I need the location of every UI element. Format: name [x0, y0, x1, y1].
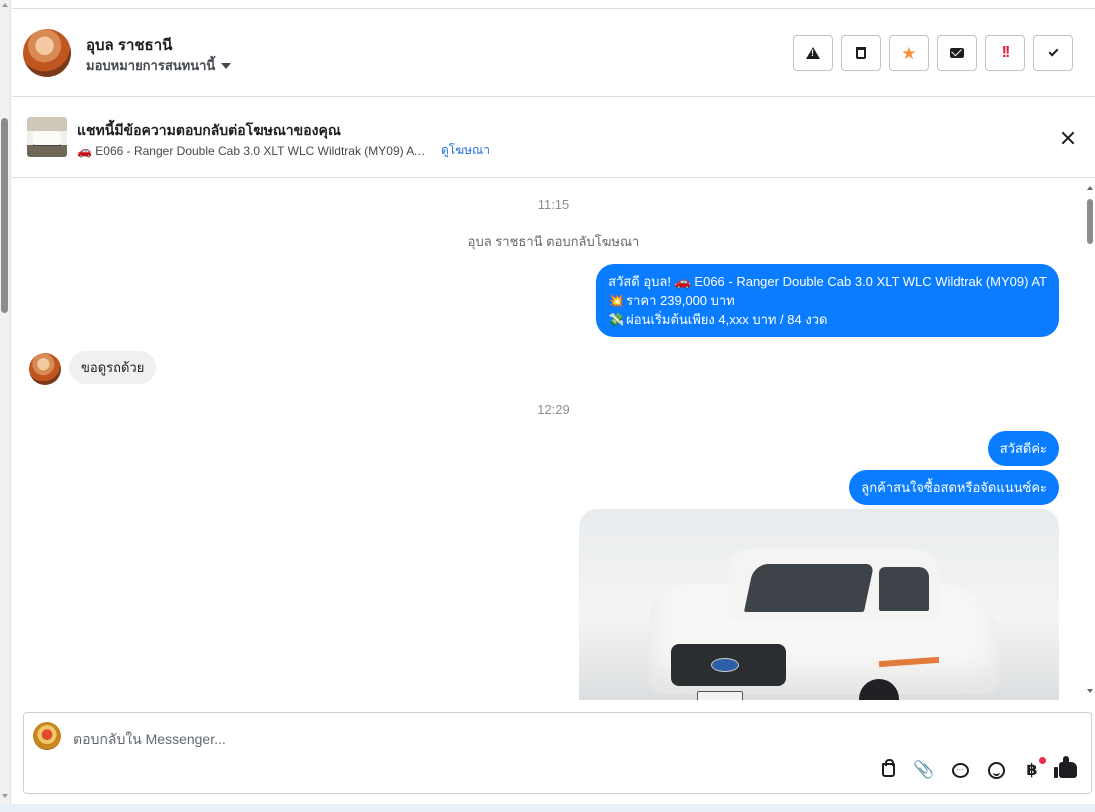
star-icon: ★	[901, 43, 917, 63]
assign-label: มอบหมายการสนทนานี้	[86, 58, 216, 73]
caret-down-icon	[221, 62, 232, 69]
check-icon	[1048, 46, 1058, 57]
scroll-up-arrow-icon[interactable]	[1087, 186, 1093, 190]
notification-dot	[1039, 757, 1046, 764]
money-wings-icon: 💸	[608, 312, 625, 327]
ad-reply-banner: แชทนี้มีข้อความตอบกลับต่อโฆษณาของคุณ 🚗 E…	[12, 98, 1095, 178]
emoji-button[interactable]	[985, 759, 1007, 781]
outgoing-message[interactable]: สวัสดีค่ะ	[987, 431, 1059, 466]
close-icon[interactable]	[1061, 131, 1075, 145]
license-plate	[697, 691, 743, 700]
installment-text: ผ่อนเริ่มต้นเพียง 4,xxx บาท / 84 งวด	[626, 312, 828, 327]
follow-up-button[interactable]: !!	[985, 35, 1025, 71]
ad-thumbnail[interactable]	[27, 117, 67, 157]
page-avatar	[33, 722, 61, 750]
double-exclamation-icon: !!	[1001, 44, 1011, 61]
message-line: สวัสดี อุบล! 🚗 E066 - Ranger Double Cab …	[608, 274, 1047, 289]
scrollbar-thumb[interactable]	[1, 118, 8, 313]
star-button[interactable]: ★	[889, 35, 929, 71]
payment-button[interactable]: ฿	[1021, 757, 1046, 781]
assign-conversation-dropdown[interactable]: มอบหมายการสนทนานี้	[86, 55, 232, 76]
timestamp: 12:29	[537, 402, 570, 417]
conversation-header: อุบล ราชธานี มอบหมายการสนทนานี้ ★ !!	[12, 9, 1095, 97]
shop-button[interactable]	[877, 759, 899, 781]
delete-button[interactable]	[841, 35, 881, 71]
mark-unread-button[interactable]	[937, 35, 977, 71]
message-composer[interactable]: ตอบกลับใน Messenger... 📎 ··· ฿	[23, 712, 1092, 794]
reply-input[interactable]: ตอบกลับใน Messenger...	[73, 729, 226, 751]
scrollbar-thumb[interactable]	[1087, 199, 1093, 244]
scroll-down-arrow-icon[interactable]	[1087, 689, 1093, 693]
message-line: 💥 ราคา 239,000 บาท	[608, 291, 1047, 310]
message-line: 💸 ผ่อนเริ่มต้นเพียง 4,xxx บาท / 84 งวด	[608, 310, 1047, 329]
outer-scrollbar[interactable]	[0, 0, 11, 812]
smiley-icon	[987, 761, 1005, 779]
sender-avatar[interactable]	[29, 353, 61, 385]
conversation-panel: อุบล ราชธานี มอบหมายการสนทนานี้ ★ !! แชท…	[12, 0, 1095, 812]
attach-button[interactable]: 📎	[913, 759, 935, 781]
outgoing-message[interactable]: สวัสดี อุบล! 🚗 E066 - Ranger Double Cab …	[596, 264, 1059, 337]
warning-icon	[806, 47, 820, 59]
outgoing-message[interactable]: ลูกค้าสนใจซื้อสดหรือจัดแนนซ์คะ	[849, 470, 1059, 505]
chat-bubble-icon: ···	[951, 762, 969, 778]
truck-grille	[671, 644, 786, 686]
car-photo-message[interactable]	[579, 509, 1059, 700]
bottom-strip	[0, 804, 1095, 812]
contact-name[interactable]: อุบล ราชธานี	[86, 33, 172, 57]
shopping-bag-icon	[881, 759, 895, 777]
collision-icon: 💥	[608, 293, 625, 308]
view-ad-link[interactable]: ดูโฆษณา	[441, 141, 490, 160]
trash-icon	[856, 47, 866, 59]
scroll-up-arrow-icon[interactable]	[2, 3, 8, 7]
thread-scrollbar[interactable]	[1086, 179, 1095, 700]
ad-reply-note: อุบล ราชธานี ตอบกลับโฆษณา	[467, 234, 640, 249]
paperclip-icon: 📎	[913, 760, 935, 779]
truck-windshield	[743, 564, 875, 612]
report-spam-button[interactable]	[793, 35, 833, 71]
incoming-message[interactable]: ขอดูรถด้วย	[69, 351, 157, 384]
price-text: ราคา 239,000 บาท	[626, 293, 735, 308]
ad-info-line: 🚗 E066 - Ranger Double Cab 3.0 XLT WLC W…	[77, 141, 490, 160]
thumbs-up-icon	[1054, 756, 1077, 778]
mark-done-button[interactable]	[1033, 35, 1073, 71]
truck-side-window	[879, 567, 929, 611]
envelope-icon	[950, 48, 964, 58]
composer-tools: 📎 ··· ฿	[877, 756, 1079, 781]
baht-icon: ฿	[1026, 762, 1038, 779]
ad-banner-title: แชทนี้มีข้อความตอบกลับต่อโฆษณาของคุณ	[77, 122, 341, 138]
like-button[interactable]	[1054, 756, 1079, 781]
scroll-down-arrow-icon[interactable]	[2, 794, 8, 798]
header-actions: ★ !!	[793, 35, 1073, 71]
saved-replies-button[interactable]: ···	[949, 759, 971, 781]
message-thread[interactable]: 11:15 อุบล ราชธานี ตอบกลับโฆษณา สวัสดี อ…	[12, 179, 1095, 700]
contact-avatar[interactable]	[23, 29, 71, 77]
timestamp: 11:15	[537, 197, 570, 212]
ad-description: 🚗 E066 - Ranger Double Cab 3.0 XLT WLC W…	[77, 143, 427, 158]
